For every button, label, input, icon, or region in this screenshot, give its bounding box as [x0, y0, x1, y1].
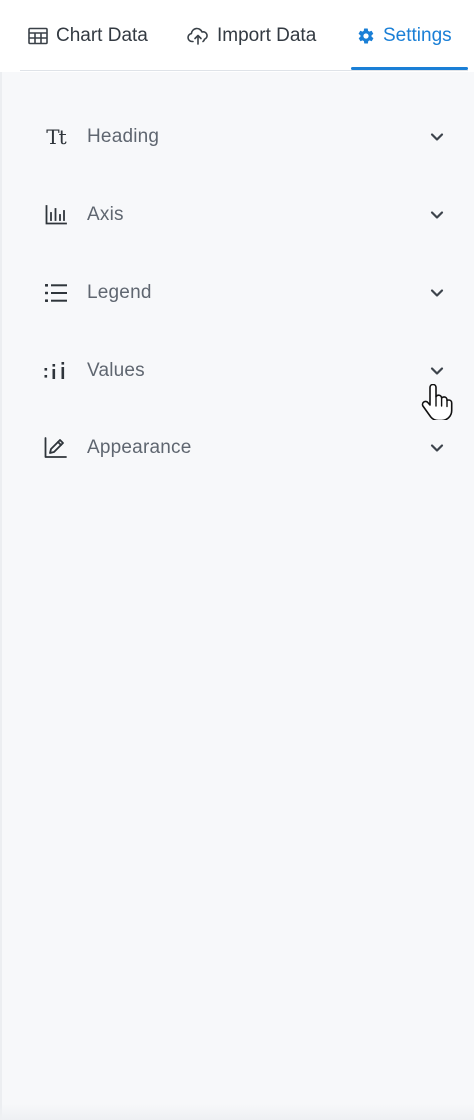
section-appearance-label: Appearance: [87, 437, 192, 458]
chevron-down-icon[interactable]: [428, 206, 446, 224]
tab-chart-data-label: Chart Data: [56, 25, 148, 46]
panel-left-edge: [0, 72, 2, 1120]
tab-settings-label: Settings: [383, 25, 452, 46]
gear-icon: [357, 27, 375, 45]
tab-settings[interactable]: Settings: [357, 0, 452, 72]
text-size-icon: Tt: [46, 125, 66, 149]
axis-chart-icon: [44, 203, 68, 227]
section-axis-label: Axis: [87, 204, 124, 225]
chevron-down-icon[interactable]: [428, 128, 446, 146]
tab-divider: [20, 70, 468, 71]
section-values[interactable]: Values: [20, 343, 468, 399]
section-appearance[interactable]: Appearance: [20, 420, 468, 476]
tab-import-data-label: Import Data: [217, 25, 317, 46]
section-legend-label: Legend: [87, 282, 152, 303]
tab-chart-data[interactable]: Chart Data: [28, 0, 148, 72]
section-heading[interactable]: Tt Heading: [20, 109, 468, 165]
chevron-down-icon[interactable]: [428, 284, 446, 302]
list-icon: [44, 281, 68, 305]
settings-panel: Chart Data Import Data Settings Tt Headi…: [0, 0, 474, 1120]
tab-bar: Chart Data Import Data Settings: [0, 0, 474, 72]
panel-bottom-shade: [0, 1104, 474, 1120]
cloud-upload-icon: [187, 27, 209, 45]
section-axis[interactable]: Axis: [20, 187, 468, 243]
tab-import-data[interactable]: Import Data: [187, 0, 316, 72]
section-values-label: Values: [87, 360, 145, 381]
section-heading-label: Heading: [87, 126, 160, 147]
table-icon: [28, 27, 48, 45]
section-legend[interactable]: Legend: [20, 265, 468, 321]
edit-chart-icon: [44, 436, 68, 460]
chevron-down-icon[interactable]: [428, 439, 446, 457]
values-icon: [44, 359, 68, 383]
chevron-down-icon[interactable]: [428, 362, 446, 380]
